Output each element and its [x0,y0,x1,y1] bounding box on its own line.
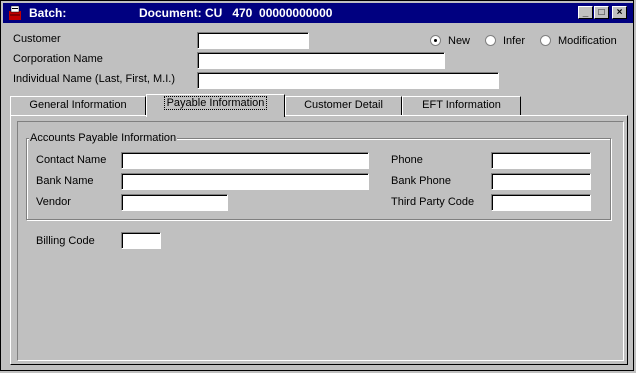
window-title-app: Batch: [29,6,67,20]
bank-name-label: Bank Name [36,175,94,187]
title-bar[interactable]: Batch: Document: CU 470 00000000000 _ □ … [3,3,633,23]
billing-code-label: Billing Code [36,235,95,247]
phone-field[interactable] [491,152,591,169]
radio-modification[interactable] [540,35,551,46]
tab-label: Customer Detail [304,99,383,111]
tab-label: EFT Information [422,99,501,111]
radio-new[interactable] [430,35,441,46]
accounts-payable-group-title: Accounts Payable Information [29,132,178,144]
contact-name-field[interactable] [121,152,369,169]
third-party-code-label: Third Party Code [391,196,475,208]
contact-name-label: Contact Name [36,154,107,166]
tab-customer-detail[interactable]: Customer Detail [285,96,402,115]
bank-phone-field[interactable] [491,173,591,190]
vendor-label: Vendor [36,196,71,208]
tab-label: Payable Information [163,96,268,110]
billing-code-field[interactable] [121,232,161,249]
individual-name-label: Individual Name (Last, First, M.I.) [13,73,175,85]
customer-label: Customer [13,33,61,45]
corporation-name-label: Corporation Name [13,53,103,65]
radio-infer[interactable] [485,35,496,46]
customer-field[interactable] [197,32,309,49]
phone-label: Phone [391,154,423,166]
app-icon [9,5,21,20]
radio-new-label[interactable]: New [448,35,470,47]
vendor-field[interactable] [121,194,228,211]
minimize-button[interactable]: _ [578,6,593,19]
maximize-button[interactable]: □ [594,6,609,19]
tab-eft-information[interactable]: EFT Information [402,96,521,115]
window-title-document: Document: CU 470 00000000000 [139,6,333,20]
close-button[interactable]: × [612,6,627,19]
tab-general-information[interactable]: General Information [10,96,146,115]
bank-phone-label: Bank Phone [391,175,451,187]
radio-infer-label[interactable]: Infer [503,35,525,47]
corporation-name-field[interactable] [197,52,445,69]
bank-name-field[interactable] [121,173,369,190]
individual-name-field[interactable] [197,72,499,89]
third-party-code-field[interactable] [491,194,591,211]
batch-window: Batch: Document: CU 470 00000000000 _ □ … [0,0,634,371]
tab-payable-information[interactable]: Payable Information [146,94,285,117]
radio-modification-label[interactable]: Modification [558,35,617,47]
tab-label: General Information [29,99,127,111]
